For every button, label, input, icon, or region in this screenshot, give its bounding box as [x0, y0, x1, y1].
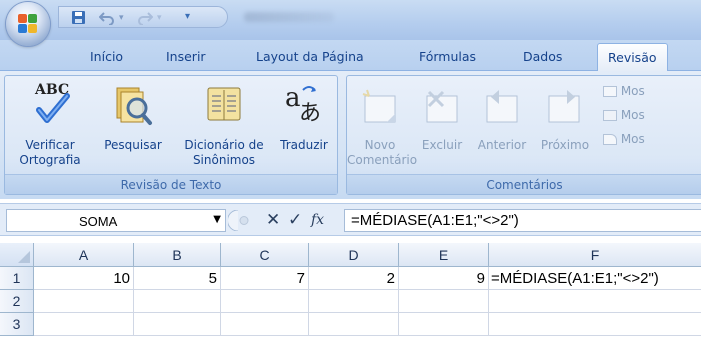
- tab-layout-da-pagina[interactable]: Layout da Página: [256, 49, 364, 64]
- thesaurus-button[interactable]: Dicionário de Sinônimos: [173, 78, 275, 168]
- cell-e2[interactable]: [399, 290, 489, 313]
- previous-comment-icon: [483, 88, 521, 129]
- group-title-revisao-de-texto: Revisão de Texto: [5, 174, 337, 194]
- next-comment-icon: [545, 88, 583, 129]
- insert-function-icon[interactable]: fx: [311, 210, 324, 231]
- show-ink-label: Mos: [620, 132, 645, 146]
- title-bar: ▾ ▾ ▾: [0, 0, 701, 40]
- cell-a2[interactable]: [34, 290, 134, 313]
- cell-e1[interactable]: 9: [399, 267, 489, 290]
- cell-f2[interactable]: [489, 290, 701, 313]
- tab-inicio[interactable]: Início: [90, 49, 123, 64]
- enter-formula-icon[interactable]: ✓: [288, 210, 302, 231]
- show-ink-button[interactable]: Mos: [603, 132, 645, 146]
- ribbon: ABC Verificar Ortografia Pesquisar Dicio…: [0, 71, 701, 199]
- redo-dropdown-icon[interactable]: ▾: [157, 13, 162, 23]
- cell-f3[interactable]: [489, 313, 701, 336]
- spelling-label: Verificar Ortografia: [19, 138, 81, 167]
- show-all-comments-icon: [603, 110, 617, 121]
- cell-b2[interactable]: [134, 290, 221, 313]
- new-comment-button[interactable]: Novo Comentário: [347, 78, 418, 168]
- column-header-c[interactable]: C: [221, 243, 309, 267]
- cell-a1[interactable]: 10: [34, 267, 134, 290]
- column-header-d[interactable]: D: [309, 243, 399, 267]
- tab-dados[interactable]: Dados: [523, 49, 562, 64]
- tab-inserir[interactable]: Inserir: [166, 49, 206, 64]
- row-header-3[interactable]: 3: [0, 313, 34, 336]
- delete-comment-icon: [423, 88, 461, 129]
- quick-access-toolbar: ▾ ▾ ▾: [58, 6, 228, 28]
- cell-b1[interactable]: 5: [134, 267, 221, 290]
- formula-bar: SOMA ▼ ✕ ✓ fx =MÉDIASE(A1:E1;"<>2"): [0, 203, 701, 236]
- research-label: Pesquisar: [104, 138, 162, 152]
- name-box-dropdown-icon[interactable]: ▼: [213, 214, 221, 225]
- select-all-icon: [18, 251, 30, 263]
- new-comment-label: Novo Comentário: [347, 138, 418, 167]
- show-ink-icon: [603, 134, 617, 145]
- thesaurus-book-icon: [206, 84, 242, 127]
- cell-a3[interactable]: [34, 313, 134, 336]
- cell-c1[interactable]: 7: [221, 267, 309, 290]
- abc-spellcheck-icon: ABC: [33, 80, 71, 129]
- delete-comment-button[interactable]: Excluir: [413, 78, 471, 152]
- ribbon-tabs: Início Inserir Layout da Página Fórmulas…: [0, 40, 701, 72]
- select-all-button[interactable]: [0, 243, 34, 267]
- cell-c3[interactable]: [221, 313, 309, 336]
- show-all-comments-label: Mos: [620, 108, 645, 122]
- row-header-2[interactable]: 2: [0, 290, 34, 313]
- worksheet-grid: A B C D E F 1 2 3 10 5 7 2 9 =MÉDIASE(A1…: [0, 243, 701, 351]
- undo-icon[interactable]: [98, 10, 115, 29]
- cell-e3[interactable]: [399, 313, 489, 336]
- row-header-1[interactable]: 1: [0, 267, 34, 290]
- cell-d2[interactable]: [309, 290, 399, 313]
- next-comment-label: Próximo: [540, 138, 590, 152]
- translate-button[interactable]: a あ Traduzir: [271, 78, 337, 152]
- show-hide-comment-button[interactable]: Mos: [603, 84, 645, 98]
- column-header-a[interactable]: A: [34, 243, 134, 267]
- thesaurus-label: Dicionário de Sinônimos: [184, 138, 264, 167]
- show-all-comments-button[interactable]: Mos: [603, 108, 645, 122]
- name-box[interactable]: SOMA ▼: [6, 209, 226, 232]
- group-comentarios: Novo Comentário Excluir Anterior Próximo…: [346, 75, 701, 195]
- new-comment-icon: [361, 88, 399, 129]
- research-button[interactable]: Pesquisar: [99, 78, 167, 152]
- cell-c2[interactable]: [221, 290, 309, 313]
- research-book-icon: [113, 84, 153, 131]
- cell-b3[interactable]: [134, 313, 221, 336]
- column-header-e[interactable]: E: [399, 243, 489, 267]
- group-title-comentarios: Comentários: [347, 174, 701, 194]
- fx-label: fx: [311, 212, 325, 228]
- show-hide-comment-label: Mos: [620, 84, 645, 98]
- formula-controls: ✕ ✓ fx: [227, 209, 338, 232]
- show-comment-icon: [603, 86, 617, 97]
- svg-text:あ: あ: [299, 101, 321, 126]
- cell-f1[interactable]: =MÉDIASE(A1:E1;"<>2"): [489, 267, 701, 290]
- previous-comment-label: Anterior: [477, 138, 527, 152]
- undo-dropdown-icon[interactable]: ▾: [119, 13, 124, 23]
- translate-icon: a あ: [283, 80, 327, 129]
- office-button[interactable]: [6, 2, 50, 46]
- spelling-button[interactable]: ABC Verificar Ortografia: [5, 78, 95, 168]
- cancel-formula-icon[interactable]: ✕: [266, 210, 280, 231]
- name-box-value: SOMA: [79, 214, 118, 229]
- window-title: [244, 12, 334, 22]
- office-logo-icon: [18, 14, 38, 34]
- tab-revisao[interactable]: Revisão: [597, 43, 668, 72]
- formula-input[interactable]: =MÉDIASE(A1:E1;"<>2"): [344, 209, 701, 232]
- customize-toolbar-icon[interactable]: ▾: [185, 11, 190, 22]
- next-comment-button[interactable]: Próximo: [533, 78, 597, 152]
- cell-d3[interactable]: [309, 313, 399, 336]
- cell-d1[interactable]: 2: [309, 267, 399, 290]
- group-revisao-de-texto: ABC Verificar Ortografia Pesquisar Dicio…: [4, 75, 338, 195]
- save-icon[interactable]: [71, 10, 86, 29]
- column-header-f[interactable]: F: [489, 243, 701, 267]
- delete-comment-label: Excluir: [421, 138, 463, 152]
- previous-comment-button[interactable]: Anterior: [469, 78, 535, 152]
- column-header-b[interactable]: B: [134, 243, 221, 267]
- translate-label: Traduzir: [280, 138, 328, 152]
- redo-icon[interactable]: [137, 10, 154, 29]
- tab-formulas[interactable]: Fórmulas: [419, 49, 476, 64]
